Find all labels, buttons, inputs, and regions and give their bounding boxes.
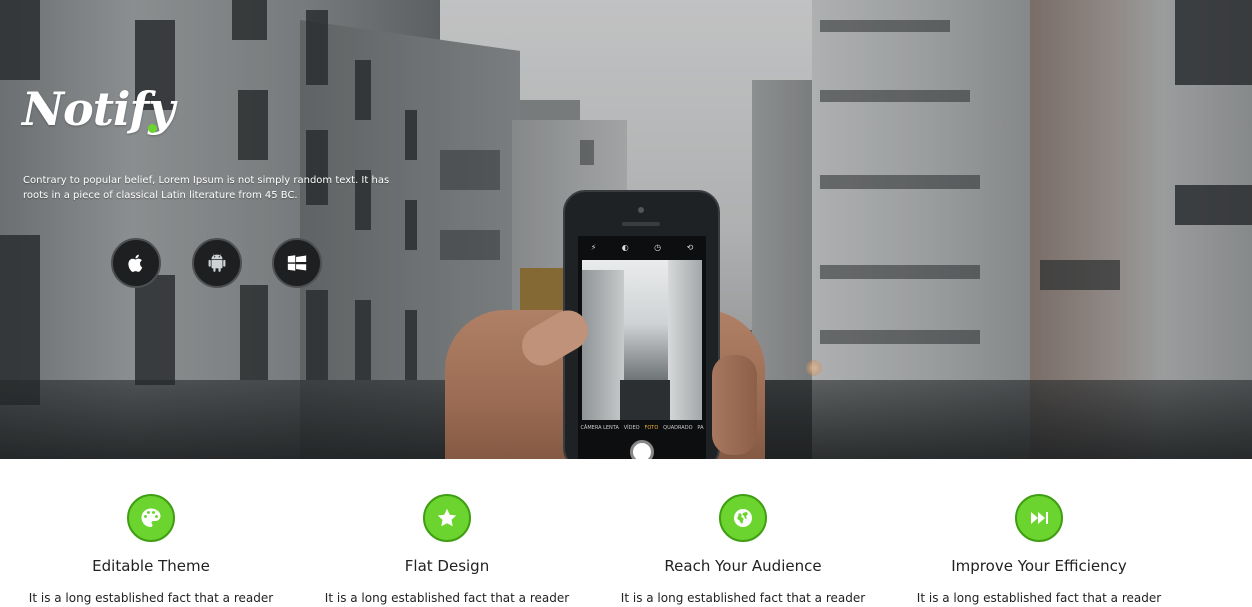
apple-icon bbox=[128, 254, 143, 272]
windows-icon bbox=[287, 255, 307, 271]
feature-description: It is a long established fact that a rea… bbox=[28, 591, 274, 605]
viewfinder-road bbox=[620, 380, 670, 420]
hdr-icon: ◐ bbox=[621, 242, 629, 252]
phone-screen: ⚡ ◐ ◷ ⟲ CÂMERA LENTA VÍDEO FOTO QUADRADO… bbox=[578, 236, 706, 459]
phone-mode: CÂMERA LENTA bbox=[580, 425, 619, 431]
fast-forward-icon bbox=[1031, 512, 1048, 524]
feature-icon-badge bbox=[719, 494, 767, 542]
feature-title: Flat Design bbox=[404, 557, 490, 575]
feature-title: Improve Your Efficiency bbox=[951, 557, 1127, 575]
feature-icon-badge bbox=[423, 494, 471, 542]
phone-mode: PA bbox=[697, 425, 704, 431]
timer-icon: ◷ bbox=[654, 242, 662, 252]
phone-mode-active: FOTO bbox=[644, 425, 659, 431]
phone-shutter-button bbox=[630, 440, 654, 459]
phone-camera bbox=[638, 207, 644, 213]
phone-speaker bbox=[622, 222, 660, 226]
feature-description: It is a long established fact that a rea… bbox=[916, 591, 1162, 605]
phone-mode: QUADRADO bbox=[663, 425, 693, 431]
globe-icon bbox=[734, 509, 752, 527]
android-download-button[interactable] bbox=[192, 238, 242, 288]
hero-section: ⚡ ◐ ◷ ⟲ CÂMERA LENTA VÍDEO FOTO QUADRADO… bbox=[0, 0, 1252, 459]
android-icon bbox=[208, 253, 226, 272]
phone-camera-modes: CÂMERA LENTA VÍDEO FOTO QUADRADO PA bbox=[578, 422, 706, 434]
feature-description: It is a long established fact that a rea… bbox=[324, 591, 570, 605]
feature-icon-badge bbox=[1015, 494, 1063, 542]
apple-download-button[interactable] bbox=[111, 238, 161, 288]
palette-icon bbox=[141, 508, 161, 527]
feature-description: It is a long established fact that a rea… bbox=[620, 591, 866, 605]
phone-camera-toolbar: ⚡ ◐ ◷ ⟲ bbox=[578, 236, 706, 258]
star-icon bbox=[437, 508, 457, 527]
feature-icon-badge bbox=[127, 494, 175, 542]
brand-logo-dot bbox=[148, 124, 157, 133]
viewfinder-building-left bbox=[582, 270, 624, 420]
flash-icon: ⚡ bbox=[590, 242, 597, 252]
hero-description: Contrary to popular belief, Lorem Ipsum … bbox=[23, 175, 390, 201]
phone-mode: VÍDEO bbox=[623, 425, 640, 431]
feature-title: Editable Theme bbox=[92, 557, 210, 575]
windows-download-button[interactable] bbox=[272, 238, 322, 288]
viewfinder-building-right bbox=[668, 260, 702, 420]
phone-viewfinder bbox=[582, 260, 702, 420]
features-section: Editable Theme It is a long established … bbox=[0, 459, 1252, 607]
feature-title: Reach Your Audience bbox=[664, 557, 822, 575]
fingers-image bbox=[712, 355, 757, 455]
switch-camera-icon: ⟲ bbox=[686, 242, 694, 252]
